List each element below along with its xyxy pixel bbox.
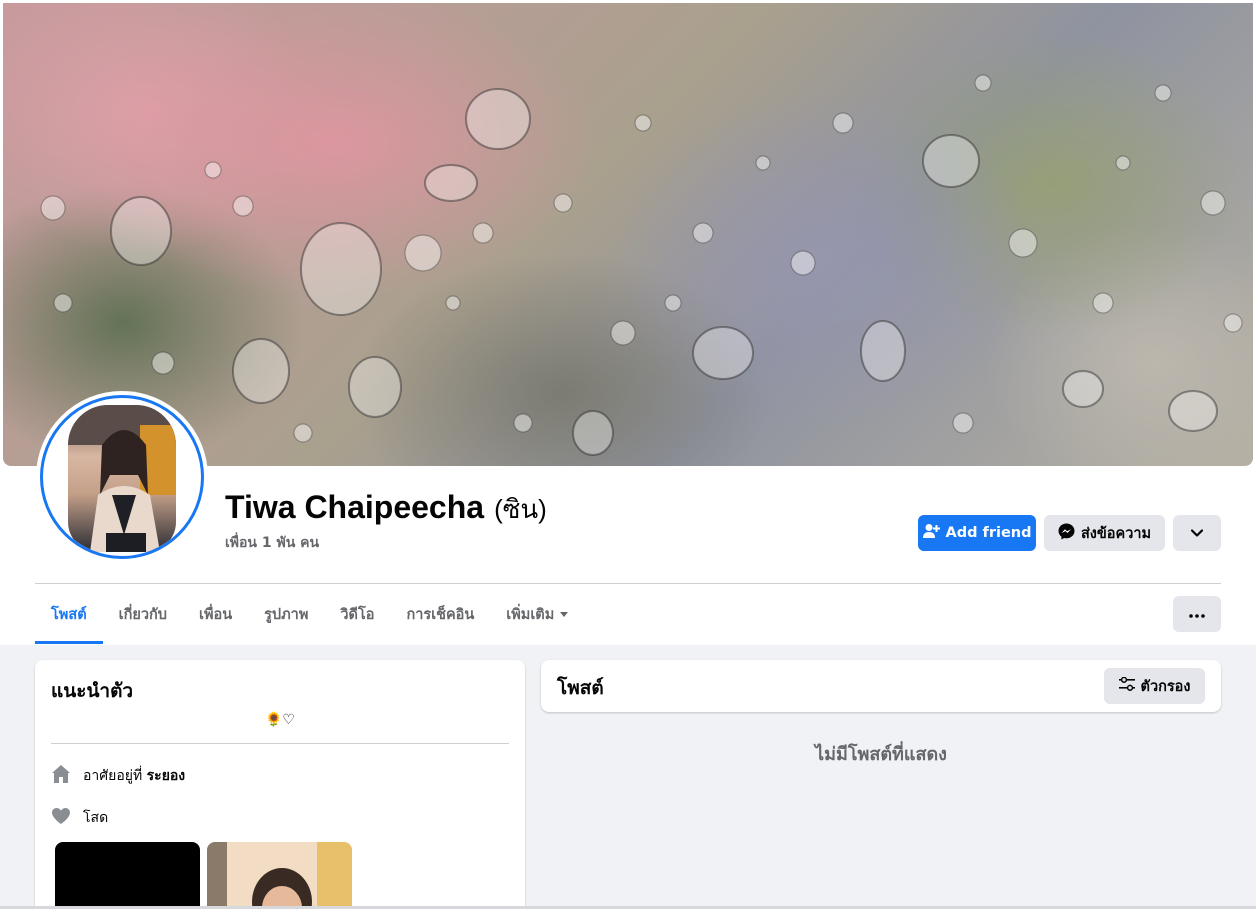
tab-videos[interactable]: วิดีโอ (324, 584, 390, 644)
lives-in-place[interactable]: ระยอง (147, 768, 186, 784)
profile-header: Tiwa Chaipeecha (ซิน) เพื่อน 1 พัน คน Ad… (0, 0, 1256, 645)
chevron-down-icon (1190, 525, 1204, 541)
lives-in-row: อาศัยอยู่ที่ ระยอง (51, 764, 185, 788)
tab-friends[interactable]: เพื่อน (183, 584, 248, 644)
tab-label: เกี่ยวกับ (118, 606, 167, 623)
tab-more[interactable]: เพิ่มเติม (490, 584, 584, 644)
featured-photo[interactable] (207, 842, 352, 909)
profile-name: Tiwa Chaipeecha (225, 489, 485, 525)
featured-photo[interactable] (55, 842, 200, 909)
intro-card: แนะนำตัว 🌻♡ อาศัยอยู่ที่ ระยอง โสด (35, 660, 525, 909)
tab-checkins[interactable]: การเช็คอิน (390, 584, 490, 644)
messenger-icon (1058, 523, 1075, 544)
cover-photo[interactable] (3, 3, 1253, 466)
message-label: ส่งข้อความ (1080, 525, 1152, 542)
add-friend-button[interactable]: Add friend (918, 515, 1036, 551)
tab-label: วิดีโอ (340, 606, 375, 623)
lives-in-prefix: อาศัยอยู่ที่ (83, 768, 143, 784)
friends-count[interactable]: เพื่อน 1 พัน คน (225, 532, 319, 554)
intro-bio: 🌻♡ (265, 712, 295, 728)
intro-divider (51, 743, 509, 744)
home-icon (51, 764, 71, 788)
tab-label: รูปภาพ (264, 606, 309, 623)
message-button[interactable]: ส่งข้อความ (1044, 515, 1165, 551)
more-options-button[interactable] (1173, 515, 1221, 551)
avatar[interactable] (40, 395, 204, 559)
tab-label: เพิ่มเติม (506, 606, 555, 623)
overflow-menu-button[interactable] (1173, 596, 1221, 632)
add-friend-label: Add friend (945, 525, 1032, 541)
filter-icon (1118, 676, 1135, 695)
no-posts-message: ไม่มีโพสต์ที่แสดง (815, 744, 947, 765)
intro-title: แนะนำตัว (51, 680, 134, 702)
tab-label: เพื่อน (198, 606, 233, 623)
filter-button[interactable]: ตัวกรอง (1104, 668, 1205, 704)
lives-in-text: อาศัยอยู่ที่ ระยอง (83, 765, 185, 787)
add-friend-icon (922, 523, 940, 543)
posts-title: โพสต์ (557, 677, 604, 699)
heart-icon (51, 807, 71, 829)
tab-label: โพสต์ (51, 606, 87, 623)
relationship-text: โสด (83, 810, 109, 826)
profile-name-line: Tiwa Chaipeecha (ซิน) (225, 489, 547, 530)
relationship-row: โสด (51, 807, 108, 829)
avatar-photo (68, 405, 176, 552)
three-dots-icon (1189, 606, 1205, 622)
filter-label: ตัวกรอง (1140, 678, 1191, 695)
tab-photos[interactable]: รูปภาพ (248, 584, 324, 644)
cover-raindrops (40, 74, 1243, 456)
tab-about[interactable]: เกี่ยวกับ (103, 584, 183, 644)
posts-header-card: โพสต์ ตัวกรอง (541, 660, 1221, 712)
tab-label: การเช็คอิน (406, 606, 475, 623)
profile-alternate-name: (ซิน) (494, 494, 547, 524)
tab-posts[interactable]: โพสต์ (35, 584, 103, 644)
profile-tabs: โพสต์ เกี่ยวกับ เพื่อน รูปภาพ วิดีโอ การ… (35, 584, 584, 644)
caret-down-icon (560, 611, 569, 617)
